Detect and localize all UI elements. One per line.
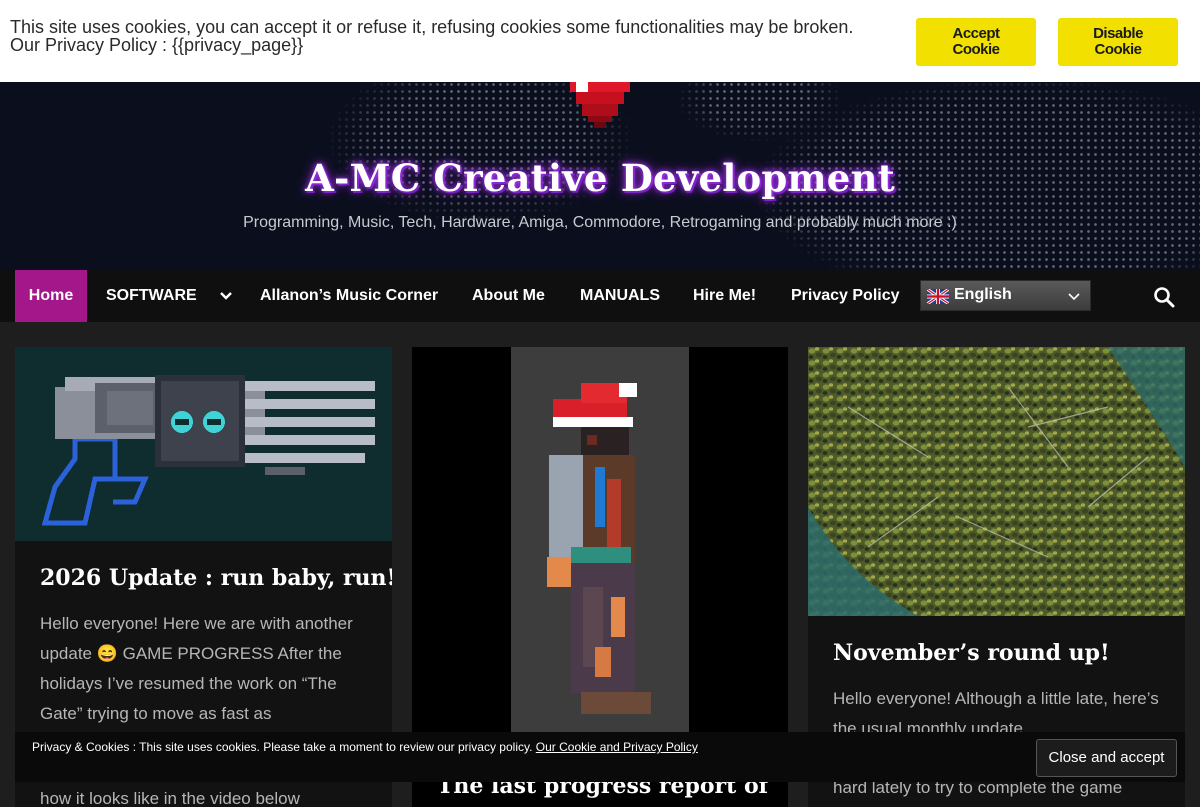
disable-cookie-button[interactable]: Disable Cookie [1058,18,1178,66]
post-thumbnail-olives[interactable] [808,347,1185,616]
post-excerpt-tail: how it looks like in the video below [40,789,300,807]
cookie-text-line-2: Our Privacy Policy : {{privacy_page}} [10,35,304,55]
accept-cookie-button[interactable]: Accept Cookie [916,18,1036,66]
post-excerpt: Hello everyone! Here we are with another… [40,614,353,723]
post-thumbnail-pixel-character[interactable] [511,347,689,732]
uk-flag-icon [927,289,949,304]
nav-item-home[interactable]: Home [15,270,87,322]
site-title[interactable]: A-MC Creative Development [0,156,1200,200]
nav-item-manuals[interactable]: MANUALS [580,270,660,322]
accept-cookie-label-2: Cookie [952,41,1000,58]
privacy-notice-message: Privacy & Cookies : This site uses cooki… [32,740,536,754]
post-title[interactable]: November’s round up! [833,640,1110,666]
language-selector[interactable]: English [920,280,1091,311]
privacy-notice-text: Privacy & Cookies : This site uses cooki… [32,740,698,754]
privacy-policy-link[interactable]: Our Cookie and Privacy Policy [536,740,698,754]
disable-cookie-label-2: Cookie [1094,41,1142,58]
search-icon[interactable] [1153,286,1175,308]
nav-item-about-me[interactable]: About Me [472,270,545,322]
privacy-notice-bar: Privacy & Cookies : This site uses cooki… [15,732,1185,782]
accept-cookie-label-1: Accept [952,25,1000,42]
post-thumbnail-blaster-gun[interactable] [15,347,392,541]
disable-cookie-label-1: Disable [1093,25,1143,42]
cookie-text-line-1: This site uses cookies, you can accept i… [10,17,854,37]
nav-item-hire-me[interactable]: Hire Me! [693,270,756,322]
nav-item-music-corner[interactable]: Allanon’s Music Corner [260,270,438,322]
site-tagline: Programming, Music, Tech, Hardware, Amig… [243,214,957,231]
nav-item-software[interactable]: SOFTWARE [106,270,197,322]
cookie-consent-text: This site uses cookies, you can accept i… [10,18,900,54]
post-title[interactable]: 2026 Update : run baby, run! [40,565,392,591]
chevron-down-icon[interactable] [218,288,234,304]
nav-item-privacy-policy[interactable]: Privacy Policy [791,270,900,322]
close-and-accept-button[interactable]: Close and accept [1036,739,1177,777]
cookie-consent-bar: This site uses cookies, you can accept i… [0,0,1200,82]
chevron-down-icon [1068,293,1080,301]
language-label: English [954,286,1012,303]
